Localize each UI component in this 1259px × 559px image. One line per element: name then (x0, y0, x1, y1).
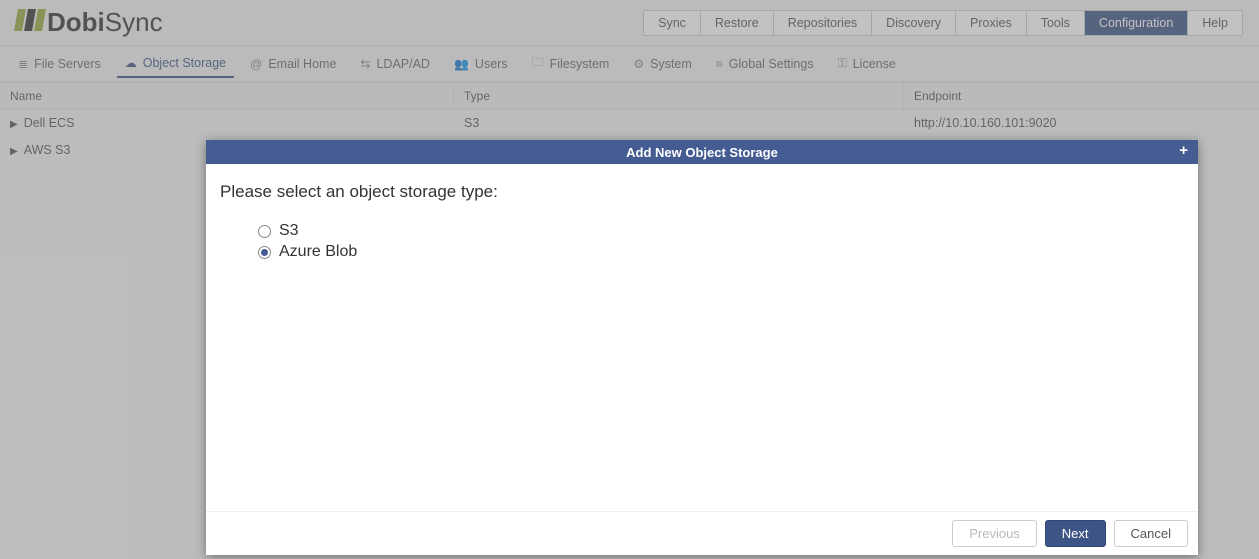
radio-option-s3[interactable]: S3 (258, 222, 1184, 240)
radio-label: Azure Blob (279, 243, 357, 261)
previous-button[interactable]: Previous (952, 520, 1037, 547)
radio-icon[interactable] (258, 225, 271, 238)
next-button[interactable]: Next (1045, 520, 1106, 547)
dialog-prompt: Please select an object storage type: (220, 182, 1184, 202)
add-object-storage-dialog: Add New Object Storage + Please select a… (206, 140, 1198, 555)
cancel-button[interactable]: Cancel (1114, 520, 1188, 547)
dialog-header: Add New Object Storage + (206, 140, 1198, 164)
dialog-expand-icon[interactable]: + (1179, 142, 1188, 159)
dialog-body: Please select an object storage type: S3… (206, 164, 1198, 511)
radio-label: S3 (279, 222, 299, 240)
storage-type-radio-group: S3 Azure Blob (258, 222, 1184, 261)
dialog-title: Add New Object Storage (626, 145, 778, 160)
radio-option-azure-blob[interactable]: Azure Blob (258, 243, 1184, 261)
radio-icon[interactable] (258, 246, 271, 259)
dialog-footer: Previous Next Cancel (206, 511, 1198, 555)
